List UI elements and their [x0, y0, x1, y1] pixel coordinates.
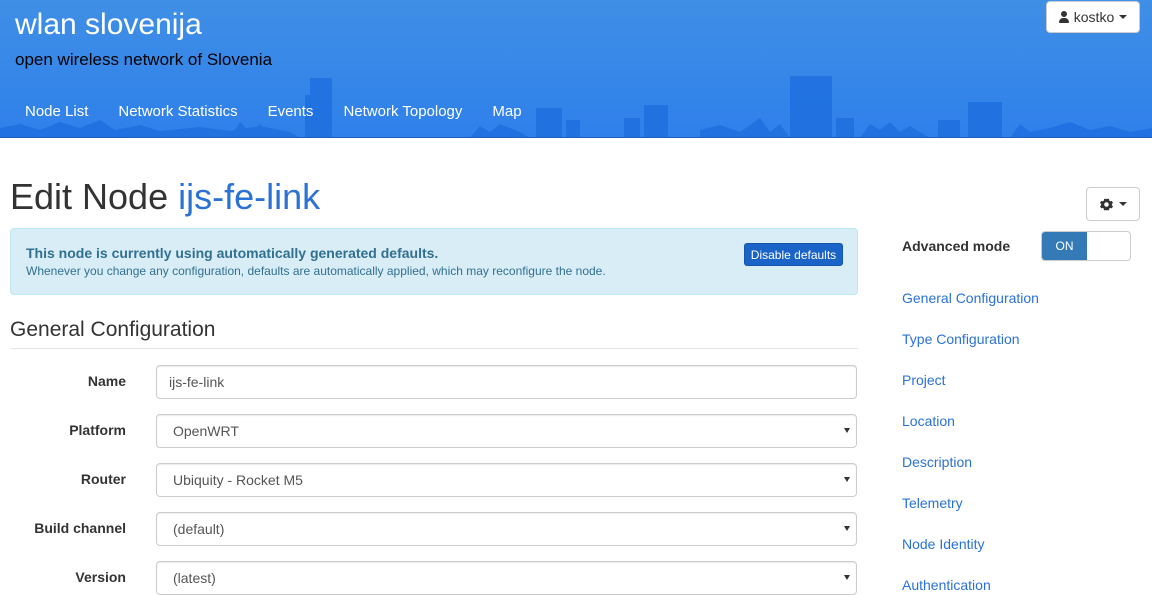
sidebar-link-general-configuration[interactable]: General Configuration	[902, 290, 1039, 306]
sidebar-link-authentication[interactable]: Authentication	[902, 577, 991, 593]
gear-icon	[1099, 198, 1113, 210]
page-title-node-name[interactable]: ijs-fe-link	[178, 176, 320, 217]
chevron-down-icon	[844, 526, 850, 531]
site-header: wlan slovenija open wireless network of …	[0, 0, 1152, 138]
sidebar-link-type-configuration[interactable]: Type Configuration	[902, 331, 1020, 347]
site-subtitle: open wireless network of Slovenia	[15, 50, 273, 69]
sidebar-link-telemetry[interactable]: Telemetry	[902, 495, 963, 511]
settings-menu-button[interactable]	[1086, 187, 1140, 221]
nav-events[interactable]: Events	[253, 102, 329, 122]
router-label: Router	[80, 471, 126, 487]
user-name: kostko	[1073, 9, 1115, 25]
build-channel-value: (default)	[173, 521, 225, 537]
platform-label: Platform	[69, 422, 126, 438]
form-row-platform: Platform OpenWRT	[10, 414, 858, 448]
user-icon	[1058, 11, 1069, 23]
advanced-mode-label: Advanced mode	[902, 238, 1011, 254]
nav-network-statistics[interactable]: Network Statistics	[103, 102, 252, 122]
sidebar-link-description[interactable]: Description	[902, 454, 972, 470]
sidebar-link-project[interactable]: Project	[902, 372, 946, 388]
nav-network-topology[interactable]: Network Topology	[328, 102, 477, 122]
nav-map[interactable]: Map	[477, 102, 536, 122]
version-select[interactable]: (latest)	[156, 561, 857, 595]
name-label: Name	[87, 373, 126, 389]
router-select[interactable]: Ubiquity - Rocket M5	[156, 463, 857, 497]
alert-text: Whenever you change any configuration, d…	[26, 264, 606, 278]
router-value: Ubiquity - Rocket M5	[173, 472, 303, 488]
alert-title: This node is currently using automatical…	[26, 245, 439, 261]
sidebar-link-node-identity[interactable]: Node Identity	[902, 536, 985, 552]
platform-select[interactable]: OpenWRT	[156, 414, 857, 448]
section-title: General Configuration	[10, 318, 858, 349]
nav-node-list[interactable]: Node List	[10, 102, 103, 122]
form-row-router: Router Ubiquity - Rocket M5	[10, 463, 858, 497]
name-input[interactable]: ijs-fe-link	[156, 365, 857, 399]
platform-value: OpenWRT	[173, 423, 239, 439]
form-row-build-channel: Build channel (default)	[10, 512, 858, 546]
form-row-name: Name ijs-fe-link	[10, 365, 858, 399]
caret-down-icon	[1118, 202, 1127, 206]
chevron-down-icon	[844, 575, 850, 580]
disable-defaults-button[interactable]: Disable defaults	[744, 243, 843, 266]
user-menu-button[interactable]: kostko	[1046, 1, 1140, 33]
build-channel-label: Build channel	[34, 520, 126, 536]
defaults-alert: This node is currently using automatical…	[10, 228, 858, 295]
site-title[interactable]: wlan slovenija	[15, 8, 202, 42]
main-nav: Node List Network Statistics Events Netw…	[10, 102, 537, 122]
sidebar-link-location[interactable]: Location	[902, 413, 955, 429]
chevron-down-icon	[844, 477, 850, 482]
version-value: (latest)	[173, 570, 216, 586]
version-label: Version	[75, 569, 126, 585]
build-channel-select[interactable]: (default)	[156, 512, 857, 546]
toggle-on-state: ON	[1042, 232, 1087, 260]
page-title: Edit Node ijs-fe-link	[10, 176, 320, 218]
page-title-prefix: Edit Node	[10, 176, 169, 217]
advanced-mode-toggle[interactable]: ON	[1041, 231, 1131, 261]
chevron-down-icon	[844, 428, 850, 433]
caret-down-icon	[1119, 15, 1128, 19]
form-row-version: Version (latest)	[10, 561, 858, 595]
